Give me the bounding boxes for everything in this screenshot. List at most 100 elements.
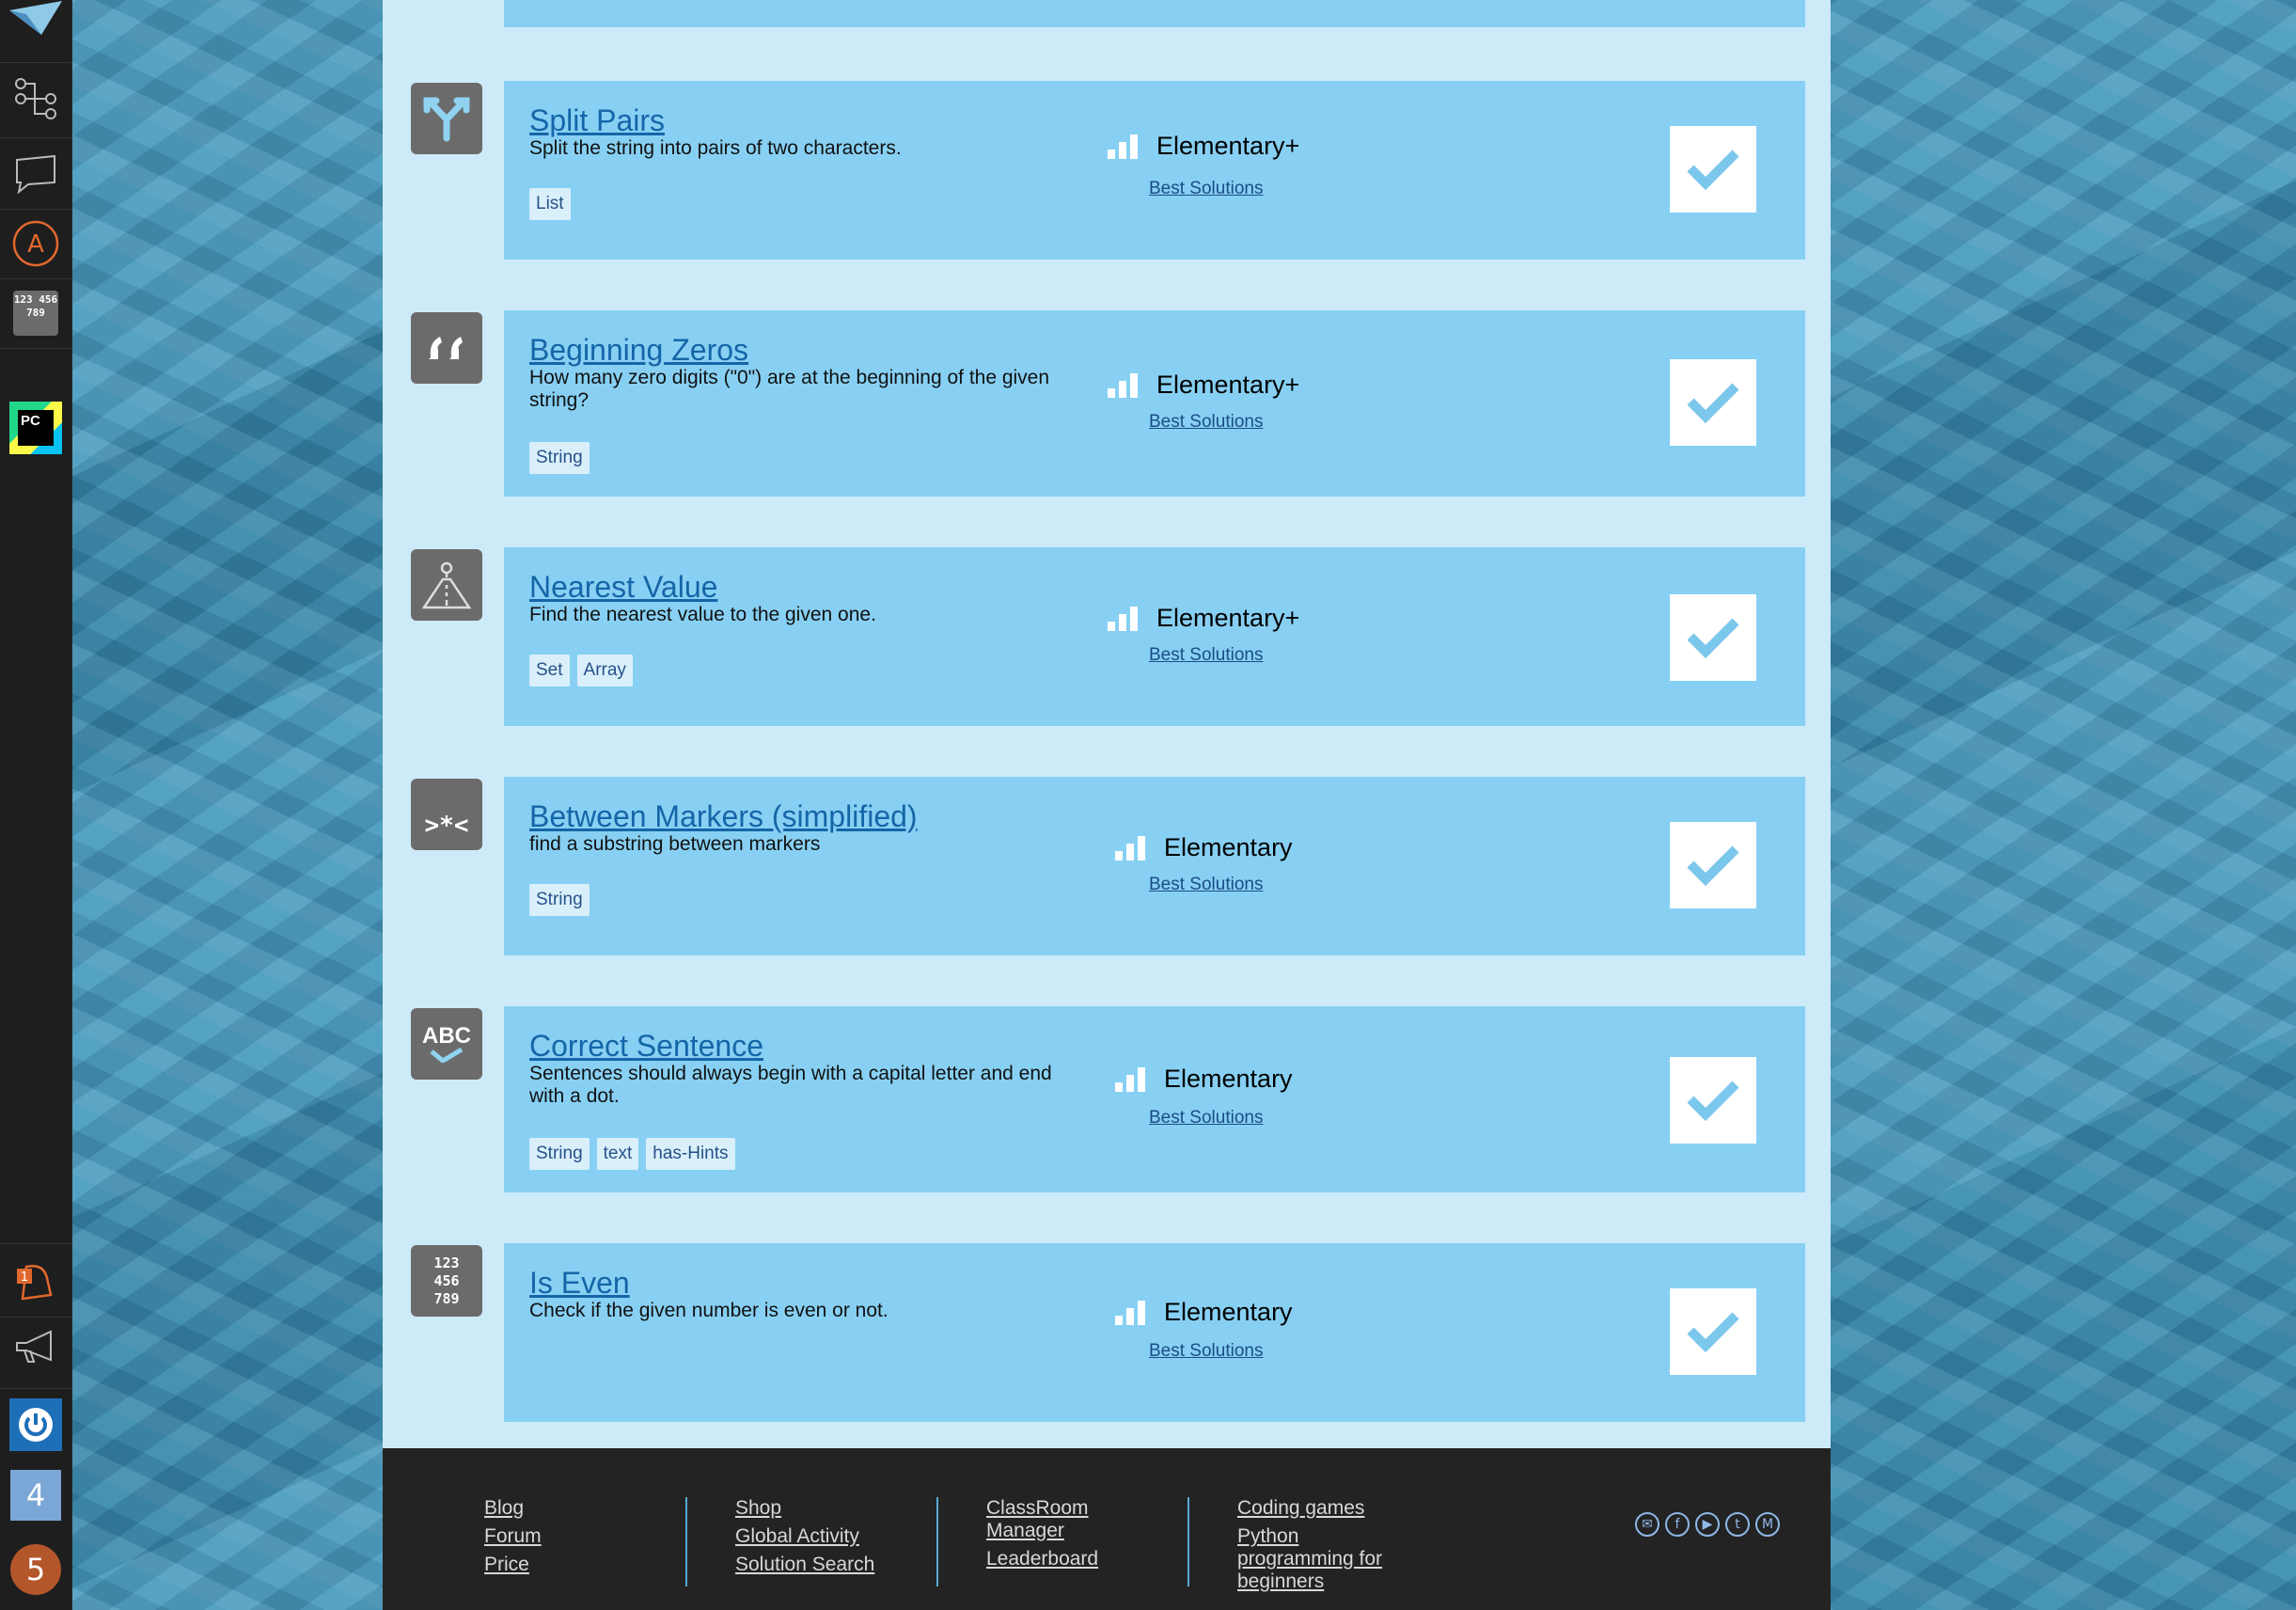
mission-description: Split the string into pairs of two chara… — [529, 137, 902, 159]
level-text: Elementary+ — [1156, 371, 1300, 399]
mission-description: Check if the given number is even or not… — [529, 1300, 889, 1321]
footer-link-leaderboard[interactable]: Leaderboard — [986, 1548, 1118, 1571]
footer-divider — [1187, 1497, 1189, 1586]
best-solutions-link[interactable]: Best Solutions — [1149, 1108, 1263, 1129]
tag[interactable]: String — [529, 442, 590, 474]
footer-link-forum[interactable]: Forum — [484, 1525, 542, 1548]
mission-card: Correct Sentence Sentences should always… — [504, 1006, 1805, 1192]
mission-title-link[interactable]: Correct Sentence — [529, 1029, 763, 1064]
footer-column-3: ClassRoom Manager Leaderboard — [986, 1497, 1118, 1571]
footer-link-price[interactable]: Price — [484, 1554, 542, 1576]
best-solutions-link[interactable]: Best Solutions — [1149, 875, 1263, 895]
footer-divider — [936, 1497, 938, 1586]
solved-check-icon — [1670, 822, 1756, 908]
pycharm-icon[interactable]: PC — [0, 397, 71, 459]
level-text: Elementary+ — [1156, 604, 1300, 632]
mission-row: Nearest Value Find the nearest value to … — [383, 547, 1831, 726]
medium-icon[interactable]: M — [1755, 1512, 1780, 1537]
mission-tags: Set Array — [529, 655, 633, 687]
mission-title-link[interactable]: Split Pairs — [529, 103, 665, 138]
best-solutions-link[interactable]: Best Solutions — [1149, 412, 1263, 433]
difficulty-bars-icon — [1108, 134, 1138, 159]
mission-tags: String — [529, 884, 590, 916]
level-indicator: Elementary — [1115, 1065, 1293, 1094]
footer-link-blog[interactable]: Blog — [484, 1497, 542, 1520]
achievements-icon[interactable]: A — [0, 213, 71, 275]
footer-link-shop[interactable]: Shop — [735, 1497, 874, 1520]
mission-card: Nearest Value Find the nearest value to … — [504, 547, 1805, 726]
map-tree-icon[interactable] — [0, 68, 71, 130]
numbers-island-icon[interactable]: 123 456 789 — [0, 282, 71, 344]
chat-icon[interactable] — [0, 139, 71, 207]
tag[interactable]: String — [529, 884, 590, 916]
mission-list-panel: Split Pairs Split the string into pairs … — [383, 0, 1831, 1448]
tag[interactable]: Set — [529, 655, 570, 687]
mission-row: 123 456 789 Is Even Check if the given n… — [383, 1243, 1831, 1422]
difficulty-bars-icon — [1108, 372, 1138, 398]
best-solutions-link[interactable]: Best Solutions — [1149, 1341, 1263, 1362]
facebook-icon[interactable]: f — [1665, 1512, 1690, 1537]
tag[interactable]: List — [529, 188, 571, 220]
level-indicator: Elementary — [1115, 1298, 1293, 1327]
markers-icon[interactable]: >*< — [411, 779, 482, 850]
mission-title-link[interactable]: Is Even — [529, 1266, 630, 1301]
mission-description: How many zero digits ("0") are at the be… — [529, 367, 1050, 411]
footer-column-4: Coding games Python programming for begi… — [1237, 1497, 1416, 1593]
road-pin-icon[interactable] — [411, 549, 482, 621]
mission-tags: String text has-Hints — [529, 1138, 735, 1170]
solved-check-icon — [1670, 1057, 1756, 1144]
difficulty-bars-icon — [1108, 606, 1138, 631]
notifications-bell-icon[interactable]: 1 — [0, 1251, 71, 1313]
mission-card: Is Even Check if the given number is eve… — [504, 1243, 1805, 1422]
sidebar-item-4[interactable]: 4 — [0, 1467, 71, 1523]
level-indicator: Elementary — [1115, 833, 1293, 862]
tag[interactable]: has-Hints — [646, 1138, 735, 1170]
tag[interactable]: Array — [576, 655, 633, 687]
logo-icon[interactable] — [0, 0, 71, 38]
solved-check-icon — [1670, 594, 1756, 681]
footer-link-python-for-beginners[interactable]: Python programming for beginners — [1237, 1525, 1416, 1593]
sidebar-item-5[interactable]: 5 — [0, 1540, 71, 1599]
svg-text:A: A — [27, 230, 44, 259]
mission-description: find a substring between markers — [529, 833, 821, 855]
mission-title-link[interactable]: Beginning Zeros — [529, 333, 748, 368]
tag[interactable]: text — [596, 1138, 639, 1170]
social-links: ✉ f ▶ t M — [1635, 1512, 1780, 1537]
best-solutions-link[interactable]: Best Solutions — [1149, 645, 1263, 666]
numbers-grid-icon[interactable]: 123 456 789 — [411, 1245, 482, 1317]
quote-icon[interactable] — [411, 312, 482, 384]
youtube-icon[interactable]: ▶ — [1695, 1512, 1720, 1537]
level-text: Elementary+ — [1156, 132, 1300, 160]
mission-description: Find the nearest value to the given one. — [529, 604, 876, 625]
mission-row: >*< Between Markers (simplified) find a … — [383, 777, 1831, 955]
mission-card: Split Pairs Split the string into pairs … — [504, 81, 1805, 260]
level-text: Elementary — [1164, 1065, 1293, 1093]
footer-link-classroom-manager[interactable]: ClassRoom Manager — [986, 1497, 1118, 1542]
site-footer: Blog Forum Price Shop Global Activity So… — [383, 1448, 1831, 1610]
mission-row: Split Pairs Split the string into pairs … — [383, 81, 1831, 260]
mission-title-link[interactable]: Between Markers (simplified) — [529, 799, 918, 834]
megaphone-icon[interactable] — [0, 1320, 71, 1375]
twitter-icon[interactable]: t — [1725, 1512, 1750, 1537]
best-solutions-link[interactable]: Best Solutions — [1149, 179, 1263, 199]
footer-link-global-activity[interactable]: Global Activity — [735, 1525, 874, 1548]
abc-check-icon[interactable]: ABC — [411, 1008, 482, 1080]
level-text: Elementary — [1164, 833, 1293, 861]
mission-tags: String — [529, 442, 590, 474]
solved-check-icon — [1670, 1288, 1756, 1375]
previous-mission-card-edge — [504, 0, 1805, 27]
difficulty-bars-icon — [1115, 835, 1145, 860]
footer-divider — [685, 1497, 687, 1586]
left-sidebar: A 123 456 789 PC 1 4 5 — [0, 0, 72, 1610]
mail-icon[interactable]: ✉ — [1635, 1512, 1659, 1537]
level-indicator: Elementary+ — [1108, 132, 1299, 161]
footer-link-solution-search[interactable]: Solution Search — [735, 1554, 874, 1576]
mission-card: Beginning Zeros How many zero digits ("0… — [504, 310, 1805, 497]
split-arrow-icon[interactable] — [411, 83, 482, 154]
level-text: Elementary — [1164, 1298, 1293, 1326]
tag[interactable]: String — [529, 1138, 590, 1170]
power-button-icon[interactable] — [0, 1396, 71, 1454]
footer-link-coding-games[interactable]: Coding games — [1237, 1497, 1416, 1520]
mission-row: Beginning Zeros How many zero digits ("0… — [383, 310, 1831, 497]
mission-title-link[interactable]: Nearest Value — [529, 570, 717, 605]
